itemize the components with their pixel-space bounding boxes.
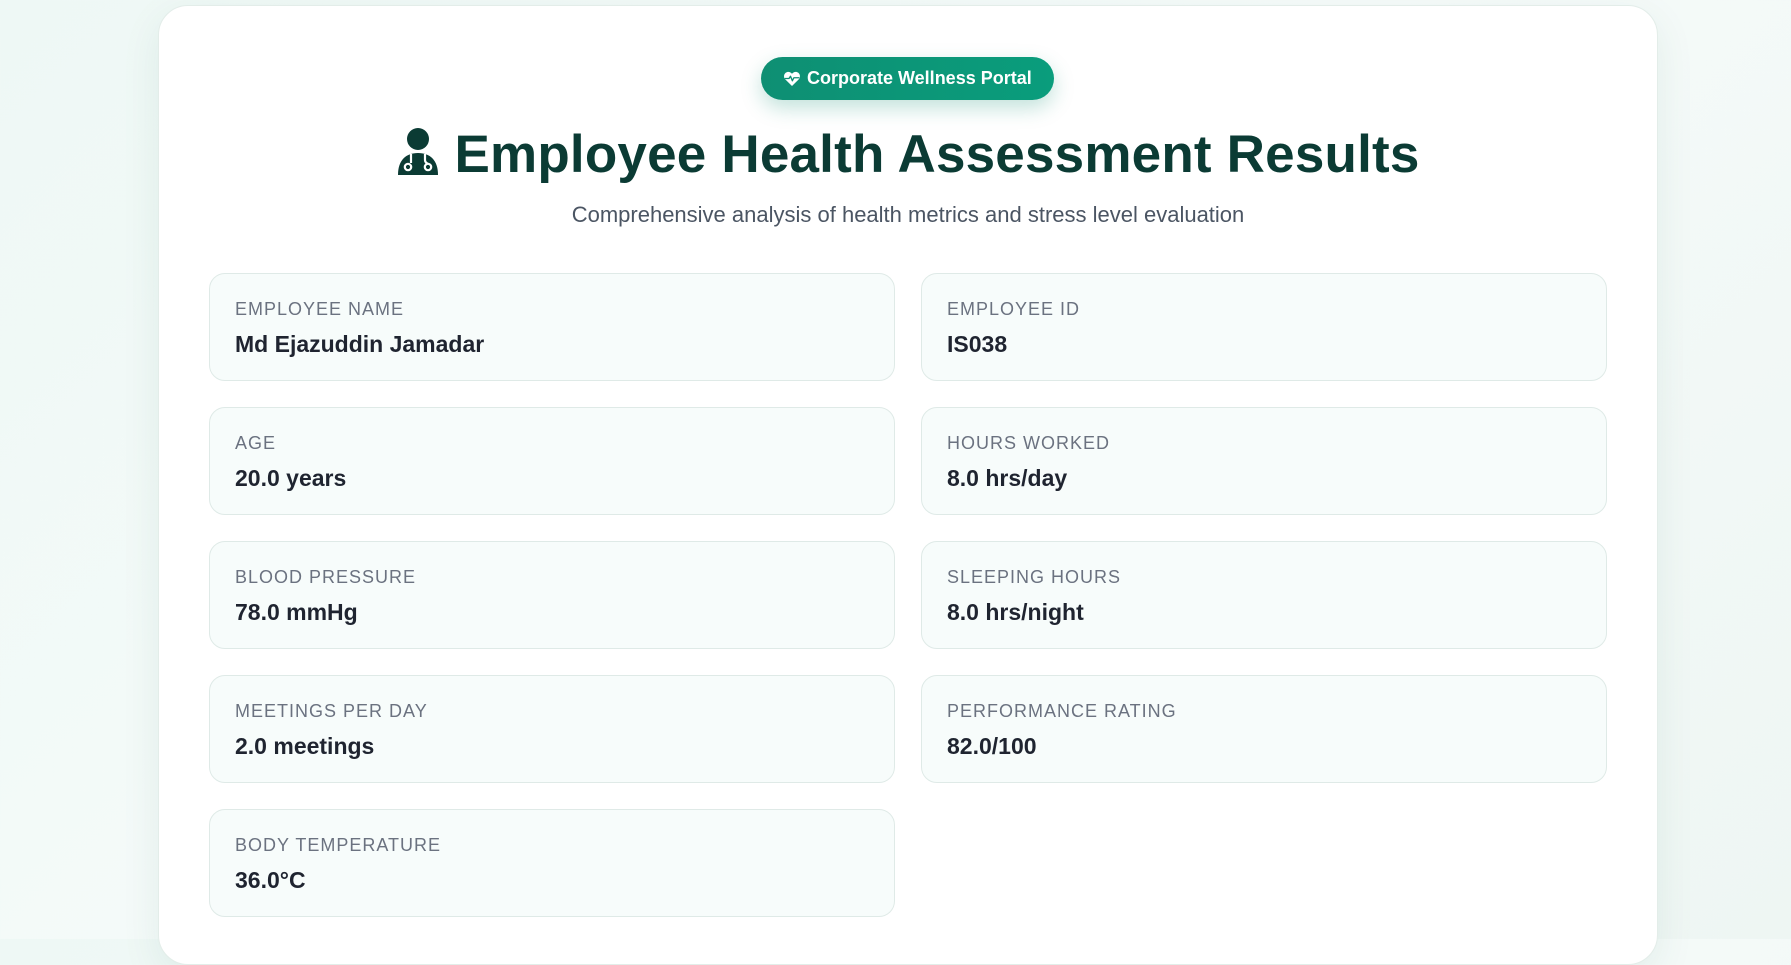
field-label: BLOOD PRESSURE <box>235 567 417 587</box>
portal-badge: Corporate Wellness Portal <box>761 57 1054 100</box>
field-label: MEETINGS PER DAY <box>235 701 428 721</box>
field-value: 36.0°C <box>235 867 306 893</box>
field-value: 20.0 years <box>235 465 347 491</box>
field-value: 82.0/100 <box>947 733 1037 759</box>
field-value: 8.0 hrs/day <box>947 465 1068 491</box>
field-label: BODY TEMPERATURE <box>235 835 442 855</box>
page-subtitle: Comprehensive analysis of health metrics… <box>571 202 1245 227</box>
field-label: AGE <box>235 433 277 453</box>
field-body-temperature: BODY TEMPERATURE 36.0°C <box>209 809 895 917</box>
field-employee-name: EMPLOYEE NAME Md Ejazuddin Jamadar <box>209 273 895 381</box>
field-meetings-per-day: MEETINGS PER DAY 2.0 meetings <box>209 675 895 783</box>
page-header: Employee Health Assessment Results <box>159 124 1657 185</box>
user-doctor-icon <box>396 127 440 182</box>
field-value: 78.0 mmHg <box>235 599 358 625</box>
field-age: AGE 20.0 years <box>209 407 895 515</box>
field-label: EMPLOYEE NAME <box>235 299 405 319</box>
results-card: Corporate Wellness Portal Employee Healt… <box>158 5 1658 965</box>
field-label: HOURS WORKED <box>947 433 1111 453</box>
metrics-grid: EMPLOYEE NAME Md Ejazuddin Jamadar EMPLO… <box>209 273 1607 917</box>
field-performance-rating: PERFORMANCE RATING 82.0/100 <box>921 675 1607 783</box>
field-hours-worked: HOURS WORKED 8.0 hrs/day <box>921 407 1607 515</box>
portal-badge-label: Corporate Wellness Portal <box>807 68 1032 88</box>
field-value: 8.0 hrs/night <box>947 599 1084 625</box>
field-label: SLEEPING HOURS <box>947 567 1122 587</box>
field-label: PERFORMANCE RATING <box>947 701 1177 721</box>
field-value: 2.0 meetings <box>235 733 375 759</box>
field-value: IS038 <box>947 331 1008 357</box>
field-blood-pressure: BLOOD PRESSURE 78.0 mmHg <box>209 541 895 649</box>
field-label: EMPLOYEE ID <box>947 299 1081 319</box>
field-value: Md Ejazuddin Jamadar <box>235 331 485 357</box>
page-title: Employee Health Assessment Results <box>454 125 1420 184</box>
field-employee-id: EMPLOYEE ID IS038 <box>921 273 1607 381</box>
field-sleeping-hours: SLEEPING HOURS 8.0 hrs/night <box>921 541 1607 649</box>
heart-pulse-icon <box>783 70 801 87</box>
